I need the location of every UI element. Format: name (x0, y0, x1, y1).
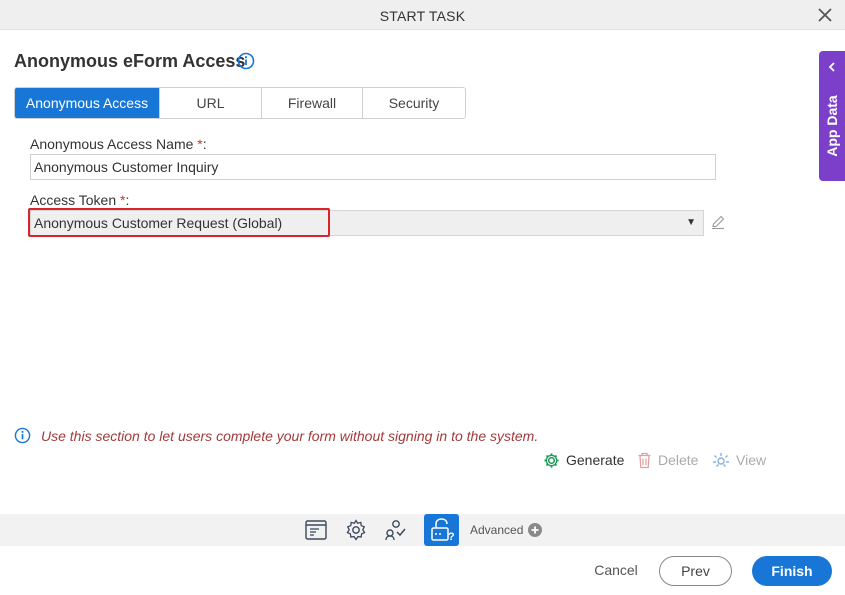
svg-text:?: ? (448, 531, 455, 543)
label-suffix: : (202, 136, 207, 152)
access-token-selected-value: Anonymous Customer Request (Global) (34, 215, 283, 231)
gear-icon (544, 452, 559, 468)
prev-button[interactable]: Prev (659, 556, 732, 586)
form-icon[interactable] (304, 518, 328, 542)
label-suffix: : (125, 192, 130, 208)
generate-button[interactable]: Generate (543, 452, 624, 469)
title-bar: START TASK (0, 0, 845, 30)
tab-url[interactable]: URL (160, 88, 262, 118)
page-title: Anonymous eForm Access (14, 51, 246, 71)
advanced-button[interactable]: Advanced (470, 523, 543, 537)
bottom-toolbar: ? Advanced (0, 514, 845, 546)
window-title: START TASK (379, 8, 466, 24)
token-actions: Generate Delete View (0, 451, 845, 469)
view-icon (713, 452, 729, 467)
info-note-text: Use this section to let users complete y… (41, 428, 539, 444)
info-icon (14, 427, 31, 444)
access-token-label: Access Token *: (30, 192, 129, 208)
info-icon[interactable] (237, 52, 255, 70)
delete-button[interactable]: Delete (637, 452, 698, 469)
cancel-button[interactable]: Cancel (587, 562, 645, 578)
app-data-panel-toggle[interactable]: App Data (819, 51, 845, 181)
delete-label: Delete (658, 452, 699, 468)
advanced-label: Advanced (470, 523, 524, 537)
anonymous-access-icon[interactable]: ? (424, 514, 459, 546)
view-button[interactable]: View (712, 452, 766, 469)
access-token-select[interactable]: Anonymous Customer Request (Global) ▼ (30, 210, 704, 236)
close-icon[interactable] (816, 6, 834, 24)
settings-gear-icon[interactable] (344, 518, 368, 542)
plus-circle-icon (528, 523, 543, 537)
tab-security[interactable]: Security (363, 88, 465, 118)
app-data-label: App Data (824, 95, 840, 157)
anonymous-access-name-input[interactable]: Anonymous Customer Inquiry (30, 154, 716, 180)
tab-anonymous-access[interactable]: Anonymous Access (15, 88, 160, 118)
tab-bar: Anonymous Access URL Firewall Security (14, 87, 466, 119)
view-label: View (736, 452, 767, 468)
tab-firewall[interactable]: Firewall (262, 88, 363, 118)
anonymous-access-name-label: Anonymous Access Name *: (30, 136, 207, 152)
generate-label: Generate (566, 452, 625, 468)
field-label-text: Anonymous Access Name (30, 136, 194, 152)
finish-button[interactable]: Finish (752, 556, 832, 586)
dropdown-arrow-icon: ▼ (686, 217, 696, 228)
trash-icon (638, 452, 651, 468)
field-label-text: Access Token (30, 192, 117, 208)
edit-pencil-icon[interactable] (710, 214, 726, 230)
user-check-icon[interactable] (384, 518, 408, 542)
chevron-left-icon (828, 62, 835, 72)
